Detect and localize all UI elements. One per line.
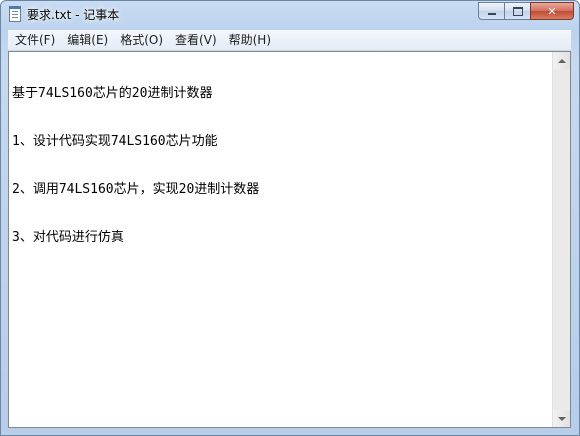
- text-editor[interactable]: 基于74LS160芯片的20进制计数器 1、设计代码实现74LS160芯片功能 …: [8, 51, 571, 428]
- caption-buttons: ✕: [478, 2, 574, 21]
- scroll-down-arrow-icon: [557, 416, 566, 421]
- notepad-icon[interactable]: [9, 6, 21, 22]
- notepad-window: 要求.txt - 记事本 ✕ 文件(F) 编辑(E) 格式(O) 查看(V) 帮…: [0, 0, 580, 436]
- menu-help[interactable]: 帮助(H): [223, 30, 277, 50]
- close-icon: ✕: [547, 4, 557, 18]
- text-line: 2、调用74LS160芯片，实现20进制计数器: [12, 182, 260, 197]
- minimize-button[interactable]: [478, 2, 504, 20]
- text-line: 3、对代码进行仿真: [12, 230, 124, 245]
- menu-file[interactable]: 文件(F): [8, 30, 61, 50]
- close-button[interactable]: ✕: [530, 2, 574, 20]
- scroll-up-arrow-icon: [557, 58, 566, 63]
- text-line: 1、设计代码实现74LS160芯片功能: [12, 134, 218, 149]
- vertical-scrollbar[interactable]: [552, 52, 570, 427]
- minimize-icon: [487, 13, 496, 15]
- menu-edit[interactable]: 编辑(E): [61, 30, 114, 50]
- menu-bar: 文件(F) 编辑(E) 格式(O) 查看(V) 帮助(H): [8, 30, 571, 51]
- maximize-icon: [512, 6, 523, 16]
- maximize-button[interactable]: [504, 2, 530, 20]
- text-line: 基于74LS160芯片的20进制计数器: [12, 86, 213, 101]
- scroll-down-button[interactable]: [553, 410, 570, 427]
- title-bar[interactable]: 要求.txt - 记事本 ✕: [1, 1, 579, 29]
- menu-format[interactable]: 格式(O): [114, 30, 169, 50]
- window-title: 要求.txt - 记事本: [27, 8, 120, 22]
- menu-view[interactable]: 查看(V): [169, 30, 223, 50]
- scroll-up-button[interactable]: [553, 52, 570, 69]
- document-text[interactable]: 基于74LS160芯片的20进制计数器 1、设计代码实现74LS160芯片功能 …: [12, 54, 552, 425]
